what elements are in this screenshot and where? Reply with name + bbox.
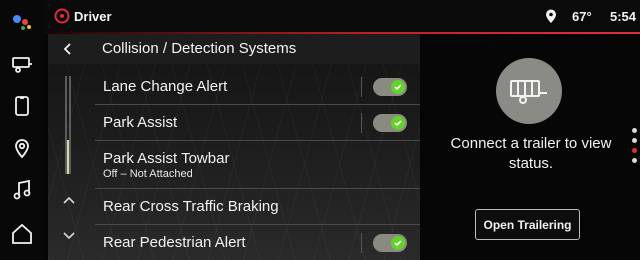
setting-row-park-assist-towbar[interactable]: Park Assist Towbar Off – Not Attached xyxy=(95,141,420,189)
phone-icon[interactable] xyxy=(6,90,38,122)
page-dot xyxy=(632,138,637,143)
row-separator xyxy=(361,233,362,253)
trailer-icon[interactable] xyxy=(6,48,38,80)
row-separator xyxy=(361,113,362,133)
location-icon xyxy=(546,9,556,23)
setting-label: Park Assist Towbar xyxy=(103,150,230,167)
temperature: 67° xyxy=(572,9,592,24)
panel-header: Collision / Detection Systems xyxy=(48,34,420,64)
scroll-up-icon[interactable] xyxy=(62,194,76,206)
infotainment-screen: Driver 67° 5:54 Collision / Detection Sy… xyxy=(0,0,640,260)
page-title: Collision / Detection Systems xyxy=(102,40,297,57)
check-icon xyxy=(394,120,402,127)
setting-sublabel: Off – Not Attached xyxy=(103,168,193,180)
page-dot-active xyxy=(632,148,637,153)
clock: 5:54 xyxy=(610,9,637,24)
open-trailering-button[interactable]: Open Trailering xyxy=(475,209,580,240)
check-icon xyxy=(394,84,402,91)
scrollbar-thumb[interactable] xyxy=(67,140,69,174)
left-rail xyxy=(0,0,44,260)
setting-row-lane-change-alert[interactable]: Lane Change Alert xyxy=(95,69,420,105)
page-dot xyxy=(632,128,637,133)
setting-label: Rear Pedestrian Alert xyxy=(103,234,246,251)
location-pin-icon[interactable] xyxy=(6,132,38,164)
status-bar: Driver 67° 5:54 xyxy=(44,0,640,34)
setting-row-rear-pedestrian-alert[interactable]: Rear Pedestrian Alert xyxy=(95,225,420,260)
chevron-left-icon xyxy=(63,43,71,55)
trailer-status-message: Connect a trailer to view status. xyxy=(450,135,612,172)
toggle-knob xyxy=(391,236,405,250)
settings-panel: Collision / Detection Systems Lane Chang… xyxy=(48,34,420,260)
setting-row-rear-cross-traffic-braking[interactable]: Rear Cross Traffic Braking xyxy=(95,189,420,225)
toggle-knob xyxy=(391,116,405,130)
driver-profile-icon[interactable] xyxy=(54,8,70,24)
setting-label: Park Assist xyxy=(103,114,178,131)
trailer-status-icon xyxy=(496,58,562,124)
scroll-down-icon[interactable] xyxy=(62,230,76,242)
lane-change-alert-toggle[interactable] xyxy=(373,78,407,96)
page-dot xyxy=(632,158,637,163)
row-separator xyxy=(361,77,362,97)
park-assist-toggle[interactable] xyxy=(373,114,407,132)
check-icon xyxy=(394,240,402,247)
page-indicator[interactable] xyxy=(632,128,638,163)
setting-label: Rear Cross Traffic Braking xyxy=(103,198,279,215)
rear-pedestrian-alert-toggle[interactable] xyxy=(373,234,407,252)
setting-row-park-assist[interactable]: Park Assist xyxy=(95,105,420,141)
home-icon[interactable] xyxy=(6,218,38,250)
driver-profile-label[interactable]: Driver xyxy=(74,9,112,24)
google-assistant-icon[interactable] xyxy=(6,6,38,38)
setting-label: Lane Change Alert xyxy=(103,78,228,95)
music-note-icon[interactable] xyxy=(6,174,38,206)
toggle-knob xyxy=(391,80,405,94)
back-button[interactable] xyxy=(58,39,78,59)
